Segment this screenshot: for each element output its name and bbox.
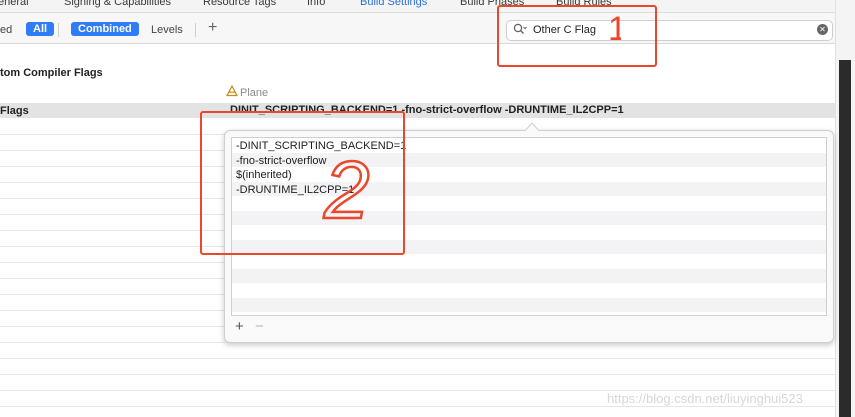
remove-flag-button[interactable]: − [255, 318, 264, 335]
tab-resource-tags[interactable]: Resource Tags [203, 0, 276, 8]
watermark: https://blog.csdn.net/liuyinghui523 [607, 391, 803, 406]
column-header-target: Plane [226, 84, 269, 99]
add-setting-button[interactable]: + [208, 19, 217, 37]
filter-customized-label[interactable]: ed [0, 24, 12, 36]
annotation-mark-1: 1 [608, 10, 621, 48]
scrollbar-thumb[interactable] [839, 60, 851, 417]
popover-caret [524, 122, 540, 132]
editor-tab-bar: eneral Signing & Capabilities Resource T… [0, 0, 835, 13]
list-row [232, 297, 826, 312]
annotation-mark-2: 2 [322, 152, 371, 232]
filter-divider [195, 23, 196, 37]
clear-search-icon[interactable]: ✕ [817, 24, 828, 35]
tab-info[interactable]: Info [307, 0, 325, 8]
column-header-label: Plane [240, 87, 269, 99]
annotation-number: 1 [608, 10, 621, 48]
filter-combined-button[interactable]: Combined [71, 22, 139, 36]
annotation-number: 2 [323, 152, 370, 232]
target-app-icon [226, 84, 238, 97]
setting-row-label: Flags [0, 105, 29, 117]
annotation-box-1 [497, 5, 657, 67]
filter-all-button[interactable]: All [26, 22, 55, 36]
tab-general[interactable]: eneral [0, 0, 29, 8]
list-row [232, 268, 826, 283]
tab-signing-capabilities[interactable]: Signing & Capabilities [64, 0, 171, 8]
filter-divider [58, 23, 59, 37]
filter-levels-button[interactable]: Levels [151, 24, 183, 36]
list-row [232, 283, 826, 298]
list-row [232, 254, 826, 269]
section-title: tom Compiler Flags [0, 67, 103, 79]
tab-build-settings[interactable]: Build Settings [360, 0, 427, 8]
add-flag-button[interactable]: + [235, 318, 244, 335]
